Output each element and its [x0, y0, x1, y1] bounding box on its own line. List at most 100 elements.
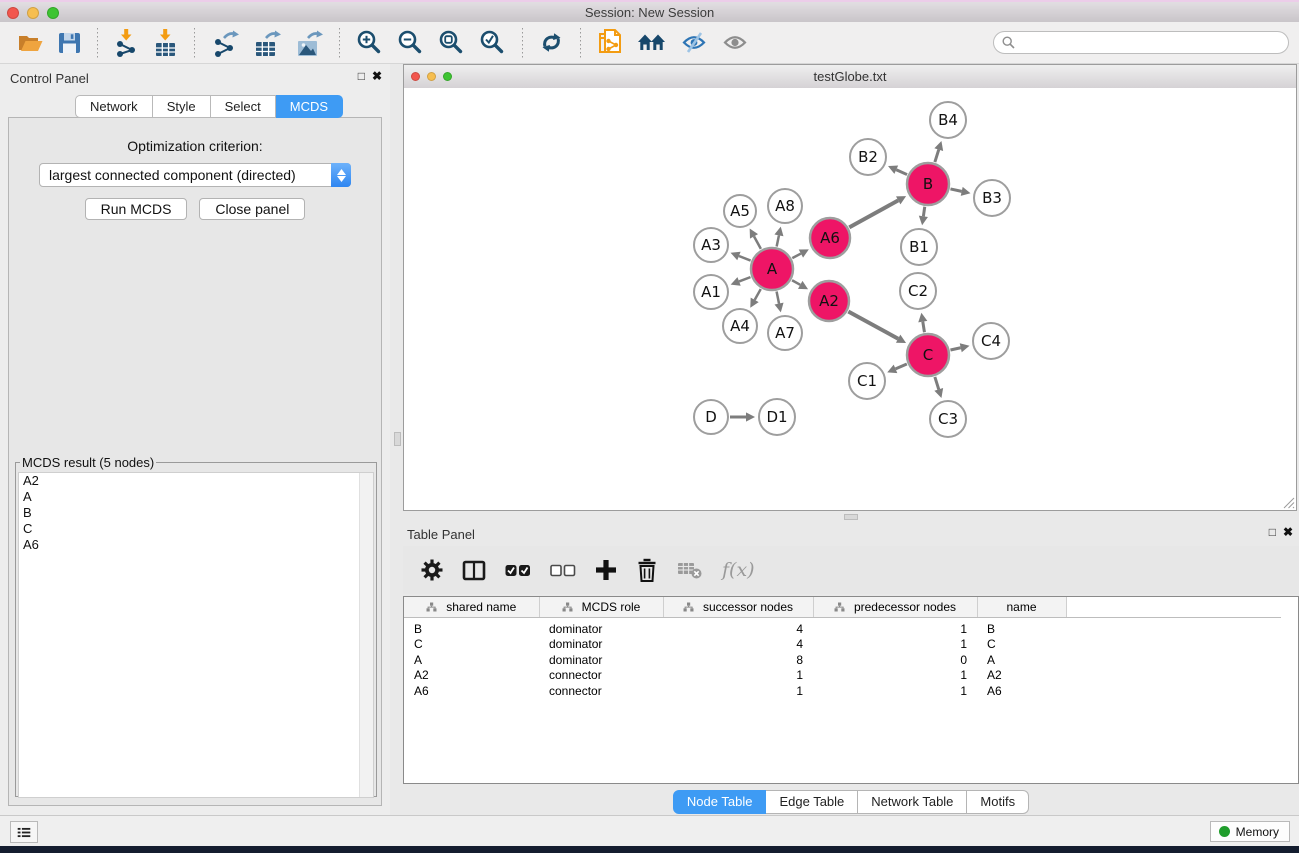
graph-edge-B-B4[interactable] [935, 150, 939, 162]
select-all-button[interactable] [503, 560, 533, 580]
table-cell[interactable]: 4 [663, 618, 813, 637]
import-network-button[interactable] [112, 27, 141, 59]
table-cell[interactable]: B [404, 618, 539, 637]
table-row[interactable]: Bdominator41B [404, 618, 1281, 637]
table-cell[interactable]: dominator [539, 618, 663, 637]
table-cell[interactable]: A2 [977, 668, 1066, 684]
table-cell[interactable]: C [977, 637, 1066, 653]
graph-edge-A-A2[interactable] [792, 280, 800, 285]
table-cell[interactable]: C [404, 637, 539, 653]
export-table-button[interactable] [251, 27, 283, 59]
task-history-button[interactable] [10, 821, 38, 843]
float-panel-icon[interactable]: □ [358, 70, 365, 82]
import-table-button[interactable] [151, 27, 180, 59]
tab-style[interactable]: Style [153, 95, 211, 118]
table-cell[interactable]: 1 [663, 668, 813, 684]
result-scrollbar[interactable] [359, 473, 373, 797]
table-cell[interactable]: connector [539, 683, 663, 699]
add-column-button[interactable] [593, 557, 619, 583]
tab-network-table[interactable]: Network Table [858, 790, 967, 814]
mcds-result-list[interactable]: A2ABCA6 [18, 472, 374, 798]
column-header-successor-nodes[interactable]: successor nodes [663, 597, 813, 618]
run-mcds-button[interactable]: Run MCDS [85, 198, 188, 220]
save-session-button[interactable] [56, 30, 83, 56]
graph-edge-C-C3[interactable] [935, 377, 939, 389]
delete-column-button[interactable] [634, 556, 660, 584]
mcds-result-item[interactable]: B [19, 505, 373, 521]
table-cell[interactable]: A6 [404, 683, 539, 699]
table-cell[interactable]: 1 [663, 683, 813, 699]
close-panel-icon[interactable]: ✖ [1283, 526, 1293, 538]
table-cell[interactable]: 0 [813, 652, 977, 668]
graph-edge-A-A4[interactable] [755, 289, 761, 300]
column-header-predecessor-nodes[interactable]: predecessor nodes [813, 597, 977, 618]
network-canvas[interactable]: B4B2BB3A5A8A6A3B1AA1C2A2A4A7C4CC1C3DD1 [404, 88, 1296, 510]
table-row[interactable]: Adominator80A [404, 652, 1281, 668]
table-cell[interactable]: A6 [977, 683, 1066, 699]
hide-graphics-button[interactable] [679, 29, 710, 56]
tab-edge-table[interactable]: Edge Table [766, 790, 858, 814]
table-cell[interactable]: B [977, 618, 1066, 637]
show-columns-button[interactable] [460, 558, 488, 583]
home-button[interactable] [635, 30, 669, 56]
function-builder-button[interactable]: f(x) [720, 557, 757, 583]
graph-edge-A-A1[interactable] [739, 277, 750, 281]
zoom-out-button[interactable] [395, 27, 426, 58]
graph-edge-A-A7[interactable] [777, 292, 779, 304]
graph-edge-C-C4[interactable] [950, 348, 960, 350]
delete-table-button[interactable] [675, 558, 705, 582]
tab-mcds[interactable]: MCDS [276, 95, 343, 118]
open-session-button[interactable] [15, 30, 46, 56]
graph-edge-A-A8[interactable] [777, 235, 779, 246]
table-cell[interactable]: 8 [663, 652, 813, 668]
mcds-result-item[interactable]: A6 [19, 537, 373, 553]
mcds-result-item[interactable]: C [19, 521, 373, 537]
mcds-result-item[interactable]: A2 [19, 473, 373, 489]
network-window-titlebar[interactable]: testGlobe.txt [404, 65, 1296, 89]
float-panel-icon[interactable]: □ [1269, 526, 1276, 538]
search-input[interactable] [1020, 34, 1288, 51]
resize-grip-icon[interactable] [1282, 496, 1295, 509]
criterion-dropdown[interactable]: largest connected component (directed) [39, 163, 351, 187]
graph-edge-A6-B[interactable] [849, 200, 898, 227]
table-settings-button[interactable] [419, 557, 445, 583]
refresh-button[interactable] [537, 28, 566, 57]
zoom-in-button[interactable] [354, 27, 385, 58]
graph-edge-C-C2[interactable] [923, 322, 925, 333]
column-header-shared-name[interactable]: shared name [404, 597, 539, 618]
network-file-button[interactable] [595, 26, 625, 60]
export-image-button[interactable] [293, 27, 325, 59]
graph-edge-A-A6[interactable] [792, 254, 801, 259]
column-header-name[interactable]: name [977, 597, 1066, 618]
tab-select[interactable]: Select [211, 95, 276, 118]
table-cell[interactable]: connector [539, 668, 663, 684]
search-field[interactable] [993, 31, 1289, 54]
tab-network[interactable]: Network [75, 95, 153, 118]
close-panel-icon[interactable]: ✖ [372, 70, 382, 82]
column-header-mcds-role[interactable]: MCDS role [539, 597, 663, 618]
close-panel-button[interactable]: Close panel [199, 198, 305, 220]
table-cell[interactable]: 1 [813, 683, 977, 699]
export-network-button[interactable] [209, 27, 241, 59]
memory-button[interactable]: Memory [1210, 821, 1290, 842]
graph-edge-C-C1[interactable] [896, 364, 907, 369]
table-row[interactable]: A2connector11A2 [404, 668, 1281, 684]
show-graphics-button[interactable] [720, 29, 751, 56]
graph-edge-A-A5[interactable] [754, 236, 761, 248]
table-cell[interactable]: 4 [663, 637, 813, 653]
table-row[interactable]: A6connector11A6 [404, 683, 1281, 699]
table-cell[interactable]: 1 [813, 637, 977, 653]
graph-edge-B-B1[interactable] [923, 207, 924, 217]
vertical-splitter-handle[interactable] [394, 432, 401, 446]
table-cell[interactable]: A2 [404, 668, 539, 684]
deselect-all-button[interactable] [548, 560, 578, 580]
table-cell[interactable]: 1 [813, 618, 977, 637]
table-cell[interactable]: A [404, 652, 539, 668]
graph-edge-A-A3[interactable] [739, 256, 751, 261]
table-cell[interactable]: A [977, 652, 1066, 668]
zoom-fit-button[interactable] [436, 27, 467, 58]
table-cell[interactable]: dominator [539, 637, 663, 653]
zoom-selected-button[interactable] [477, 27, 508, 58]
graph-edge-B-B3[interactable] [950, 189, 961, 191]
table-cell[interactable]: dominator [539, 652, 663, 668]
